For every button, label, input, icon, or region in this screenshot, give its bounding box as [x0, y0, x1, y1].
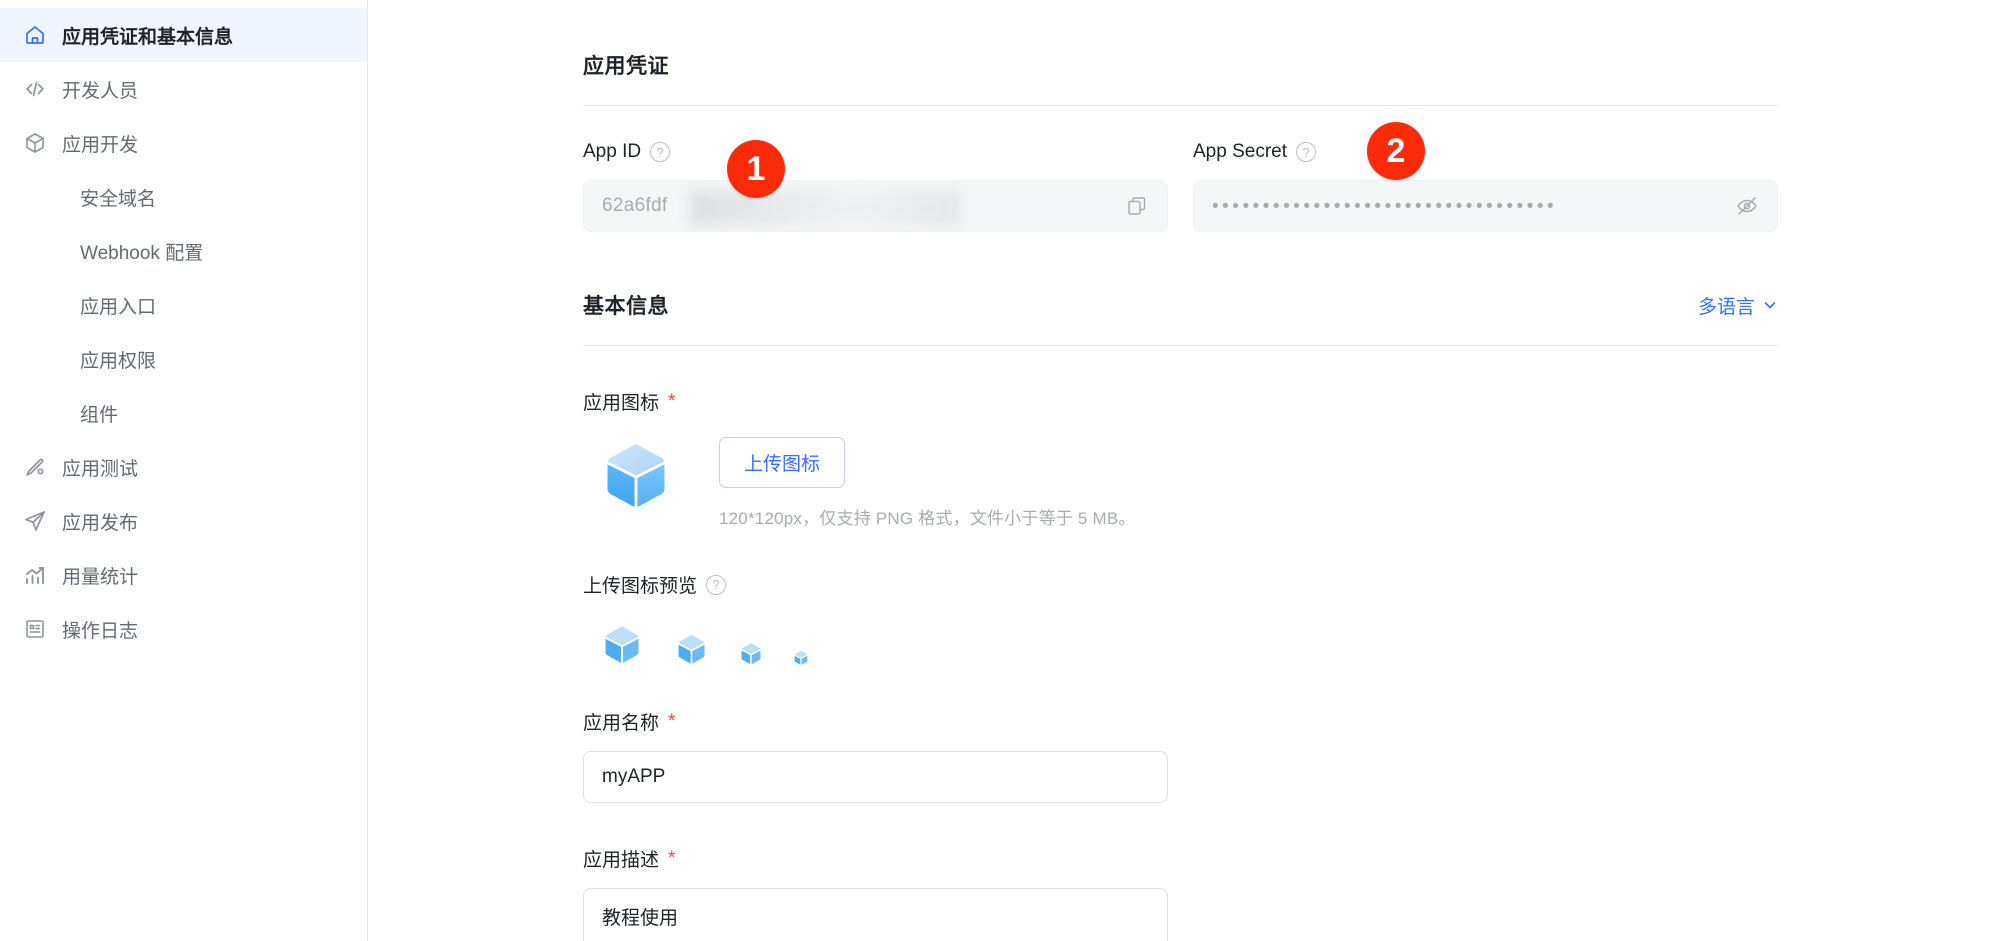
sidebar-subitem-label: Webhook 配置: [80, 242, 204, 264]
sidebar-subitem-label: 应用入口: [80, 296, 157, 318]
app-icon-upload-row: 上传图标 120*120px，仅支持 PNG 格式，文件小于等于 5 MB。: [583, 437, 2000, 529]
sidebar-subitem-label: 组件: [80, 404, 119, 426]
basic-info-section-title: 基本信息: [583, 295, 669, 318]
sidebar-item-operation-log[interactable]: 操作日志: [0, 602, 367, 656]
sidebar-item-app-development[interactable]: 应用开发: [0, 116, 367, 170]
sidebar-item-label: 应用开发: [62, 134, 139, 156]
app-root: 应用凭证和基本信息 开发人员 应用开发 安全域名 Webhook 配置 应用入口…: [0, 0, 2000, 941]
app-name-input[interactable]: myAPP: [583, 751, 1168, 803]
app-desc-label: 应用描述: [583, 850, 660, 871]
icon-preview-size-3: [740, 643, 762, 666]
icon-preview-size-2: [677, 635, 706, 665]
sidebar-subitem-label: 应用权限: [80, 350, 157, 372]
sidebar: 应用凭证和基本信息 开发人员 应用开发 安全域名 Webhook 配置 应用入口…: [0, 0, 368, 941]
sidebar-item-label: 开发人员: [62, 80, 139, 102]
app-icon-label-row: 应用图标 *: [583, 388, 2000, 415]
content-container: 应用凭证 App ID ? 62a6fdf App Secret ? •••••…: [368, 0, 2000, 941]
sidebar-subitem-webhook-config[interactable]: Webhook 配置: [0, 224, 367, 278]
multilang-dropdown[interactable]: 多语言: [1698, 292, 1778, 319]
app-icon-label: 应用图标: [583, 393, 660, 414]
upload-icon-button[interactable]: 上传图标: [719, 437, 846, 488]
app-secret-label: App Secret: [1193, 141, 1287, 162]
test-tube-icon: [22, 454, 48, 480]
required-mark: *: [668, 847, 676, 869]
paper-plane-icon: [22, 508, 48, 534]
log-document-icon: [22, 616, 48, 642]
sidebar-subitem-app-permissions[interactable]: 应用权限: [0, 332, 367, 386]
home-icon: [22, 22, 48, 48]
icon-preview-label-row: 上传图标预览 ?: [583, 571, 2000, 598]
app-icon-preview-large: [601, 441, 671, 511]
app-secret-group: App Secret ? •••••••••••••••••••••••••••…: [1193, 140, 1778, 232]
sidebar-item-label: 用量统计: [62, 566, 139, 588]
help-icon[interactable]: ?: [1296, 142, 1316, 162]
sidebar-item-label: 应用凭证和基本信息: [62, 26, 234, 48]
chevron-down-icon: [1762, 297, 1778, 313]
app-icon-upload-controls: 上传图标 120*120px，仅支持 PNG 格式，文件小于等于 5 MB。: [719, 437, 1136, 529]
eye-off-icon[interactable]: [1733, 192, 1761, 220]
icon-preview-row: [583, 620, 2000, 666]
sidebar-subitem-label: 安全域名: [80, 188, 157, 210]
app-id-group: App ID ? 62a6fdf: [583, 140, 1168, 232]
annotation-badge-1: 1: [727, 140, 785, 198]
sidebar-item-app-release[interactable]: 应用发布: [0, 494, 367, 548]
app-secret-value: ••••••••••••••••••••••••••••••••••: [1212, 196, 1558, 216]
multilang-label: 多语言: [1697, 296, 1755, 318]
sidebar-subitem-security-domain[interactable]: 安全域名: [0, 170, 367, 224]
credentials-section-title: 应用凭证: [583, 55, 669, 78]
icon-preview-label: 上传图标预览: [583, 576, 698, 597]
bar-chart-icon: [22, 562, 48, 588]
annotation-badge-2: 2: [1367, 122, 1425, 180]
sidebar-subitem-app-entry[interactable]: 应用入口: [0, 278, 367, 332]
credentials-divider: [583, 105, 1778, 106]
basic-info-header: 基本信息 多语言: [583, 290, 1778, 320]
app-id-value: 62a6fdf: [602, 195, 668, 216]
copy-icon[interactable]: [1123, 192, 1151, 220]
app-id-label: App ID: [583, 141, 642, 162]
app-name-label: 应用名称: [583, 713, 660, 734]
code-icon: [22, 76, 48, 102]
app-secret-input[interactable]: ••••••••••••••••••••••••••••••••••: [1193, 180, 1778, 232]
app-id-label-row: App ID ?: [583, 140, 1168, 164]
required-mark: *: [668, 390, 676, 412]
app-id-redaction-overlay: [690, 191, 960, 225]
sidebar-item-label: 应用测试: [62, 458, 139, 480]
sidebar-item-usage-stats[interactable]: 用量统计: [0, 548, 367, 602]
help-icon[interactable]: ?: [706, 574, 727, 595]
app-secret-label-row: App Secret ?: [1193, 140, 1778, 164]
app-id-input[interactable]: 62a6fdf: [583, 180, 1168, 232]
basic-info-divider: [583, 345, 1778, 346]
sidebar-item-credentials[interactable]: 应用凭证和基本信息: [0, 8, 367, 62]
app-name-label-row: 应用名称 *: [583, 708, 2000, 735]
required-mark: *: [668, 710, 676, 732]
main-content: 应用凭证 App ID ? 62a6fdf App Secret ? •••••…: [368, 0, 2000, 941]
app-icon-hint: 120*120px，仅支持 PNG 格式，文件小于等于 5 MB。: [719, 509, 1136, 528]
sidebar-item-developers[interactable]: 开发人员: [0, 62, 367, 116]
sidebar-item-app-test[interactable]: 应用测试: [0, 440, 367, 494]
sidebar-subitem-components[interactable]: 组件: [0, 386, 367, 440]
icon-preview-size-1: [604, 626, 640, 665]
app-desc-label-row: 应用描述 *: [583, 845, 2000, 872]
sidebar-item-label: 应用发布: [62, 512, 139, 534]
app-name-value: myAPP: [602, 766, 666, 787]
app-desc-value: 教程使用: [602, 908, 679, 929]
cube-icon: [22, 130, 48, 156]
icon-preview-size-4: [794, 651, 808, 666]
help-icon[interactable]: ?: [650, 142, 671, 162]
app-desc-textarea[interactable]: 教程使用: [583, 888, 1168, 941]
sidebar-item-label: 操作日志: [62, 620, 139, 642]
